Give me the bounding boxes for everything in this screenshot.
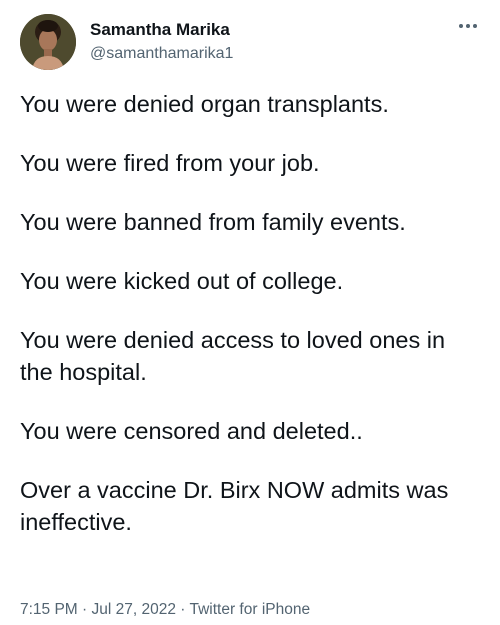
author-handle[interactable]: @samanthamarika1 [90,45,233,63]
tweet-paragraph: You were denied access to loved ones in … [20,327,446,385]
tweet-meta: 7:15 PM · Jul 27, 2022 · Twitter for iPh… [20,601,310,619]
tweet-paragraph: You were denied organ transplants. [20,91,389,117]
tweet-date[interactable]: Jul 27, 2022 [92,601,176,618]
tweet-paragraph: Over a vaccine Dr. Birx NOW admits was i… [20,477,449,535]
tweet-text: You were denied organ transplants. You w… [20,88,480,565]
dot [466,24,470,28]
tweet-paragraph: You were banned from family events. [20,209,406,235]
dot [473,24,477,28]
tweet-time[interactable]: 7:15 PM [20,601,78,618]
tweet-paragraph: You were fired from your job. [20,150,320,176]
avatar[interactable] [20,14,76,70]
profile-photo [20,14,76,70]
tweet: Samantha Marika @samanthamarika1 You wer… [0,0,500,625]
tweet-paragraph: You were kicked out of college. [20,268,344,294]
tweet-source[interactable]: Twitter for iPhone [189,601,310,618]
meta-separator: · [175,601,190,618]
dot [459,24,463,28]
more-horizontal-icon[interactable] [454,16,482,36]
tweet-paragraph: You were censored and deleted.. [20,418,363,444]
meta-separator: · [77,601,92,618]
author-name[interactable]: Samantha Marika [90,20,230,40]
